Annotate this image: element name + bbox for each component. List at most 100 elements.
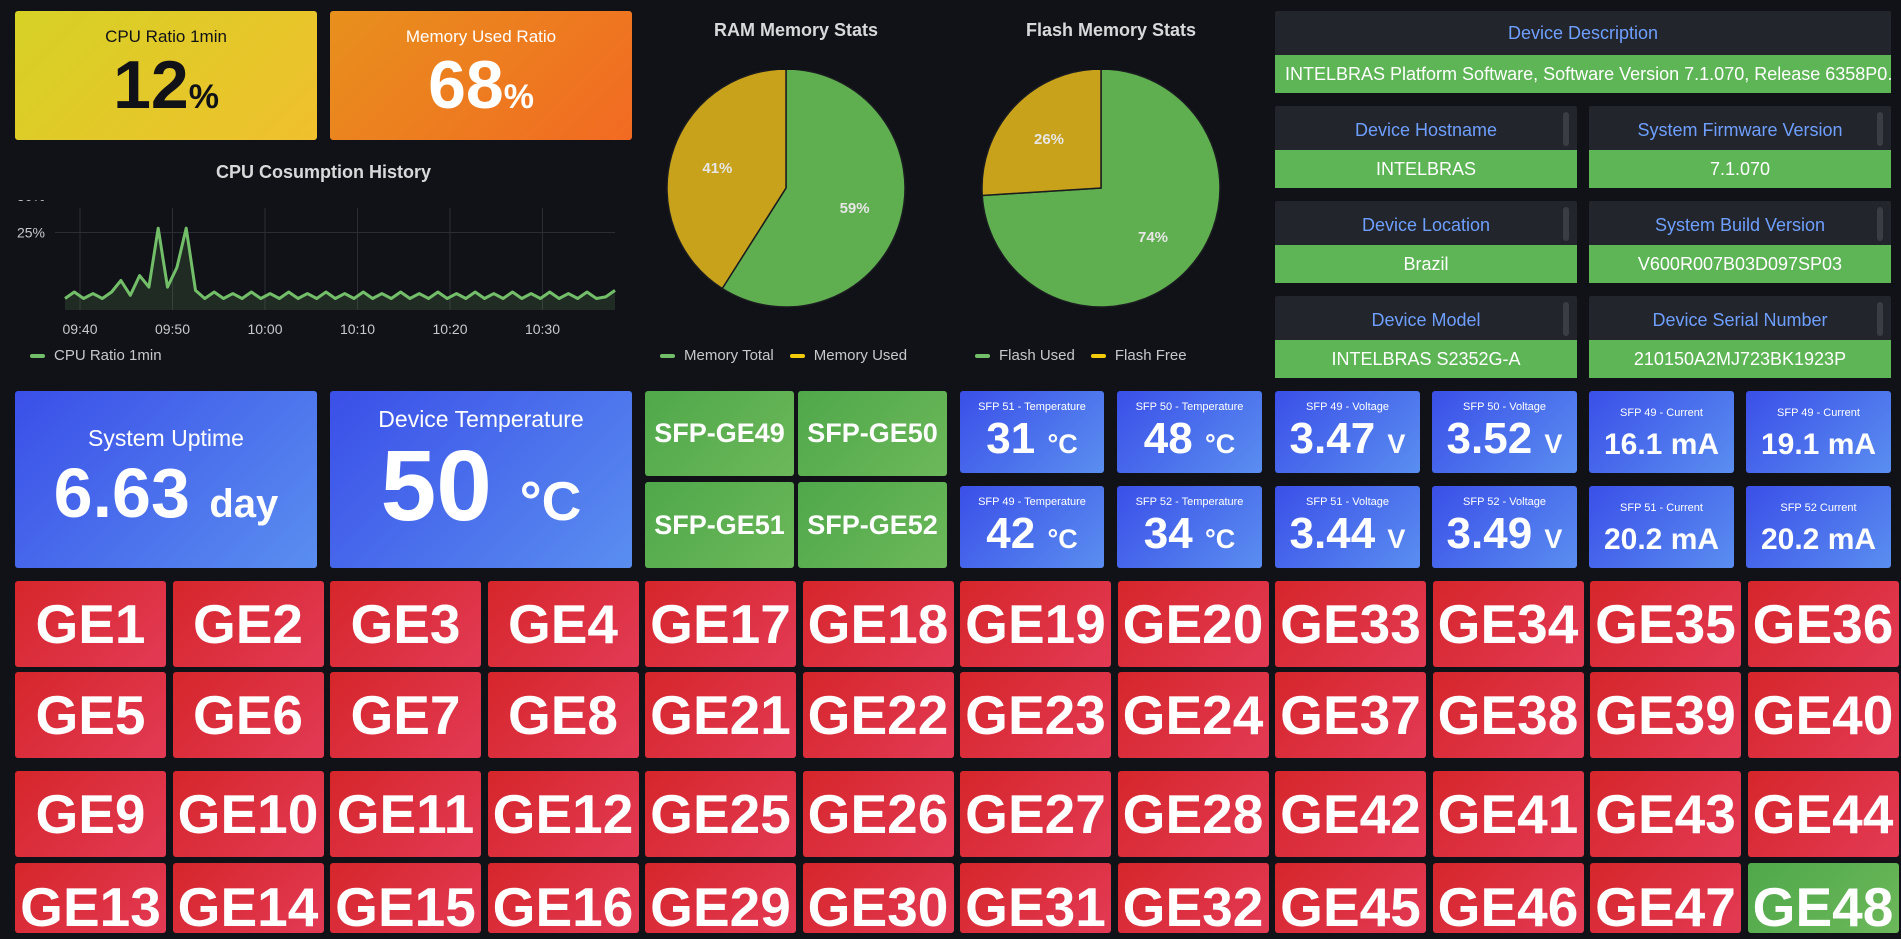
port-ge28[interactable]: GE28 (1117, 771, 1269, 857)
port-ge17[interactable]: GE17 (645, 581, 796, 667)
sfp-voltage-value: 3.52 V (1446, 414, 1563, 463)
port-ge44[interactable]: GE44 (1747, 771, 1899, 857)
ram-legend[interactable]: Memory Total Memory Used (660, 347, 907, 364)
port-ge9[interactable]: GE9 (15, 771, 166, 857)
memory-ratio-value: 68% (428, 47, 534, 123)
scroll-handle[interactable] (1877, 302, 1883, 336)
port-ge48[interactable]: GE48 (1747, 863, 1899, 938)
cpu-legend[interactable]: CPU Ratio 1min (30, 347, 162, 364)
port-ge47[interactable]: GE47 (1590, 863, 1741, 938)
port-ge2[interactable]: GE2 (172, 581, 324, 667)
port-ge12[interactable]: GE12 (487, 771, 639, 857)
sfp-voltage-label: SFP 49 - Voltage (1306, 401, 1389, 413)
port-ge19[interactable]: GE19 (960, 581, 1111, 667)
port-ge36[interactable]: GE36 (1747, 581, 1899, 667)
port-ge14[interactable]: GE14 (172, 863, 324, 938)
scroll-handle[interactable] (1563, 112, 1569, 146)
port-ge43[interactable]: GE43 (1590, 771, 1741, 857)
port-ge42[interactable]: GE42 (1275, 771, 1426, 857)
port-ge39[interactable]: GE39 (1590, 672, 1741, 758)
sfp-current-value: 19.1 mA (1760, 428, 1877, 461)
firmware-version-value: 7.1.070 (1589, 150, 1891, 188)
port-ge4[interactable]: GE4 (487, 581, 639, 667)
ram-stats-title: RAM Memory Stats (713, 20, 879, 40)
port-ge35[interactable]: GE35 (1590, 581, 1741, 667)
port-ge29[interactable]: GE29 (645, 863, 796, 938)
port-ge32[interactable]: GE32 (1117, 863, 1269, 938)
scroll-handle[interactable] (1563, 207, 1569, 241)
memory-ratio-tile: Memory Used Ratio 68% (330, 11, 632, 140)
port-ge38[interactable]: GE38 (1432, 672, 1584, 758)
device-temperature-tile: Device Temperature 50 °C (330, 391, 632, 568)
device-model-value: INTELBRAS S2352G-A (1275, 340, 1577, 378)
sfp-temp-tile: SFP 49 - Temperature 42 °C (960, 486, 1104, 568)
port-ge5[interactable]: GE5 (15, 672, 166, 758)
port-ge33[interactable]: GE33 (1275, 581, 1426, 667)
cpu-history-chart[interactable]: 25% 50% 09:40 09:50 10:00 10:10 10:20 10:30 (15, 200, 632, 350)
sfp-current-tile: SFP 49 - Current 19.1 mA (1746, 391, 1891, 473)
port-ge11[interactable]: GE11 (330, 771, 481, 857)
system-uptime-value: 6.63 day (53, 454, 279, 532)
sfp-temp-value: 48 °C (1143, 414, 1236, 463)
scroll-handle[interactable] (1563, 302, 1569, 336)
sfp-port-ge51[interactable]: SFP-GE51 (645, 482, 794, 568)
sfp-current-label: SFP 49 - Current (1620, 407, 1703, 419)
sfp-voltage-value: 3.47 V (1289, 414, 1406, 463)
flash-pie-chart[interactable]: 74% 26% (960, 70, 1262, 330)
port-ge25[interactable]: GE25 (645, 771, 796, 857)
scroll-handle[interactable] (1877, 112, 1883, 146)
port-ge1[interactable]: GE1 (15, 581, 166, 667)
port-ge3[interactable]: GE3 (330, 581, 481, 667)
sfp-port-ge50[interactable]: SFP-GE50 (798, 391, 947, 476)
legend-swatch (30, 353, 45, 358)
port-ge15[interactable]: GE15 (330, 863, 481, 938)
sfp-current-label: SFP 51 - Current (1620, 502, 1703, 514)
build-version-value: V600R007B03D097SP03 (1589, 245, 1891, 283)
sfp-voltage-label: SFP 52 - Voltage (1463, 496, 1546, 508)
sfp-current-tile: SFP 51 - Current 20.2 mA (1589, 486, 1734, 568)
port-ge16[interactable]: GE16 (487, 863, 639, 938)
sfp-temp-value: 31 °C (986, 414, 1078, 463)
device-description-label: Device Description (1275, 11, 1891, 55)
port-ge13[interactable]: GE13 (15, 863, 166, 938)
flash-legend[interactable]: Flash Used Flash Free (975, 347, 1187, 364)
scroll-handle[interactable] (1877, 207, 1883, 241)
flash-slice-free-label: 26% (1034, 131, 1064, 148)
port-ge23[interactable]: GE23 (960, 672, 1111, 758)
port-ge24[interactable]: GE24 (1117, 672, 1269, 758)
ram-pie-chart[interactable]: 59% 41% (645, 70, 947, 330)
sfp-temp-tile: SFP 52 - Temperature 34 °C (1117, 486, 1262, 568)
port-ge46[interactable]: GE46 (1432, 863, 1584, 938)
port-ge22[interactable]: GE22 (802, 672, 954, 758)
port-ge31[interactable]: GE31 (960, 863, 1111, 938)
sfp-port-ge49[interactable]: SFP-GE49 (645, 391, 794, 476)
sfp-temp-value: 34 °C (1143, 509, 1236, 558)
sfp-voltage-value: 3.44 V (1289, 509, 1406, 558)
port-ge21[interactable]: GE21 (645, 672, 796, 758)
system-uptime-label: System Uptime (88, 425, 244, 451)
port-ge40[interactable]: GE40 (1747, 672, 1899, 758)
port-ge10[interactable]: GE10 (172, 771, 324, 857)
port-ge30[interactable]: GE30 (802, 863, 954, 938)
sfp-current-value: 16.1 mA (1603, 428, 1720, 461)
port-ge27[interactable]: GE27 (960, 771, 1111, 857)
serial-number-value: 210150A2MJ723BK1923P (1589, 340, 1891, 378)
port-ge37[interactable]: GE37 (1275, 672, 1426, 758)
cpu-history-title: CPU Cosumption History (215, 162, 431, 182)
sfp-temp-label: SFP 51 - Temperature (978, 401, 1086, 413)
port-ge34[interactable]: GE34 (1432, 581, 1584, 667)
port-ge18[interactable]: GE18 (802, 581, 954, 667)
port-ge41[interactable]: GE41 (1432, 771, 1584, 857)
port-ge45[interactable]: GE45 (1275, 863, 1426, 938)
port-ge20[interactable]: GE20 (1117, 581, 1269, 667)
device-location-label: Device Location (1275, 201, 1577, 249)
port-ge26[interactable]: GE26 (802, 771, 954, 857)
device-temperature-label: Device Temperature (378, 406, 584, 432)
port-ge8[interactable]: GE8 (487, 672, 639, 758)
sfp-port-ge52[interactable]: SFP-GE52 (798, 482, 947, 568)
x-tick-label: 10:00 (247, 321, 282, 337)
port-ge6[interactable]: GE6 (172, 672, 324, 758)
memory-ratio-label: Memory Used Ratio (405, 27, 557, 46)
ram-slice-used-label: 41% (702, 160, 732, 177)
port-ge7[interactable]: GE7 (330, 672, 481, 758)
